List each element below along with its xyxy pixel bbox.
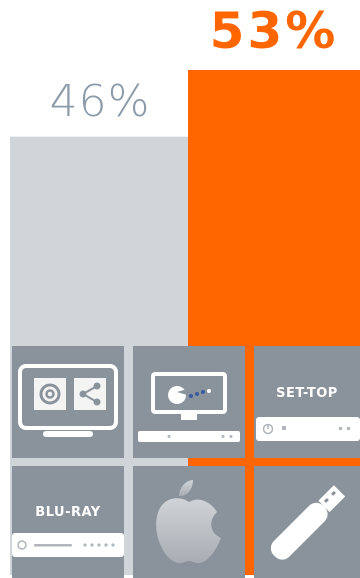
tile-blu-ray[interactable]: BLU-RAY [12,466,124,578]
bar-value-label-2: 53% [209,2,339,60]
blu-ray-player-icon [12,533,124,557]
usb-stick-icon [270,485,346,560]
apple-icon [156,480,221,564]
bar-value-label-1: 46% [49,76,151,127]
monitor-game-icon [138,372,240,442]
set-top-box-icon [256,417,360,441]
tile-usb-stick[interactable] [254,466,360,578]
tile-monitor-email-share[interactable] [12,346,124,458]
tile-monitor-game[interactable] [133,346,245,458]
monitor-email-share-icon [18,364,118,437]
tile-apple[interactable] [133,466,245,578]
tile-set-top[interactable]: SET-TOP [254,346,360,458]
